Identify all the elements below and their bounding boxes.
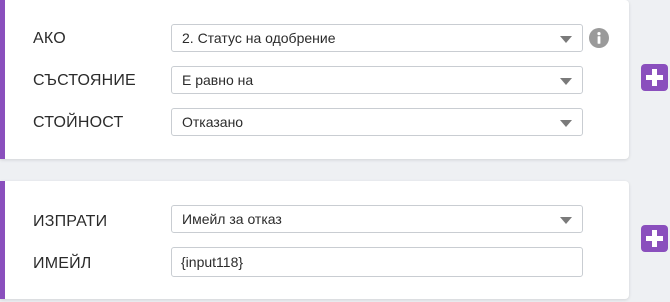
if-field-value: 2. Статус на одобрение (182, 30, 336, 46)
if-field-select[interactable]: 2. Статус на одобрение (171, 24, 583, 52)
email-input[interactable] (171, 247, 583, 277)
value-label: СТОЙНОСТ (33, 114, 124, 131)
condition-card: АКО 2. Статус на одобрение СЪСТОЯНИЕ Е р… (0, 0, 629, 159)
send-select[interactable]: Имейл за отказ (171, 205, 583, 233)
value-select[interactable]: Отказано (171, 108, 583, 136)
state-select[interactable]: Е равно на (171, 66, 583, 94)
send-label: ИЗПРАТИ (33, 213, 108, 230)
state-value: Е равно на (182, 72, 254, 88)
chevron-down-icon (560, 120, 572, 127)
email-label: ИМЕЙЛ (33, 255, 92, 272)
chevron-down-icon (560, 78, 572, 85)
value-value: Отказано (182, 114, 244, 130)
chevron-down-icon (560, 217, 572, 224)
plus-icon (646, 69, 663, 86)
chevron-down-icon (560, 36, 572, 43)
info-icon[interactable] (589, 28, 609, 48)
add-condition-button[interactable] (641, 64, 668, 91)
action-card: ИЗПРАТИ Имейл за отказ ИМЕЙЛ (0, 181, 629, 299)
state-label: СЪСТОЯНИЕ (33, 72, 136, 89)
add-action-button[interactable] (641, 225, 668, 252)
plus-icon (646, 230, 663, 247)
send-value: Имейл за отказ (182, 211, 282, 227)
if-label: АКО (33, 30, 66, 47)
